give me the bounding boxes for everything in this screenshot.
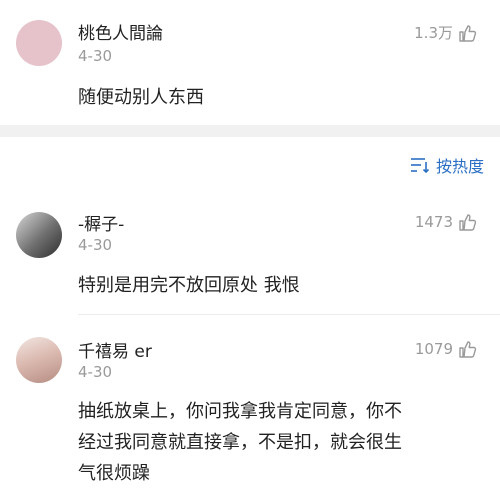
comment-text: 随便动别人东西	[78, 87, 204, 108]
like-button[interactable]: 1473	[415, 212, 478, 232]
sort-by-hot-button[interactable]: 按热度	[410, 153, 484, 177]
sort-icon	[410, 158, 430, 173]
thumbs-up-icon	[459, 24, 477, 42]
avatar[interactable]	[16, 20, 62, 66]
thumbs-up-icon	[459, 214, 477, 231]
comment-text-line: 抽纸放桌上，你问我拿我肯定同意，你不	[78, 401, 402, 422]
avatar[interactable]	[16, 337, 62, 383]
like-count: 1079	[414, 340, 453, 358]
like-button[interactable]: 1.3万	[414, 22, 478, 43]
like-count: 1473	[414, 213, 453, 231]
comment-username[interactable]: 千禧易 er	[78, 337, 152, 362]
comment-text-line: 气很烦躁	[78, 463, 150, 484]
thumbs-up-icon	[459, 341, 477, 358]
comment-username[interactable]: 桃色人間論	[78, 19, 163, 44]
comments-page: 桃色人間論 4-30 1.3万 随便动别人东西 按热度 -稺子- 4-30 14…	[0, 0, 500, 498]
like-count: 1.3万	[414, 24, 453, 42]
section-separator	[0, 125, 500, 137]
like-button[interactable]: 1079	[415, 339, 478, 359]
comment-date: 4-30	[78, 47, 113, 65]
avatar[interactable]	[16, 212, 62, 258]
comment-date: 4-30	[78, 236, 113, 254]
comment-username[interactable]: -稺子-	[78, 210, 124, 235]
comment-date: 4-30	[78, 363, 113, 381]
sort-label: 按热度	[435, 157, 484, 176]
comment-divider	[78, 314, 500, 315]
comment-text: 特别是用完不放回原处 我恨	[78, 275, 300, 296]
comment-text-line: 经过我同意就直接拿，不是扣，就会很生	[78, 432, 402, 453]
